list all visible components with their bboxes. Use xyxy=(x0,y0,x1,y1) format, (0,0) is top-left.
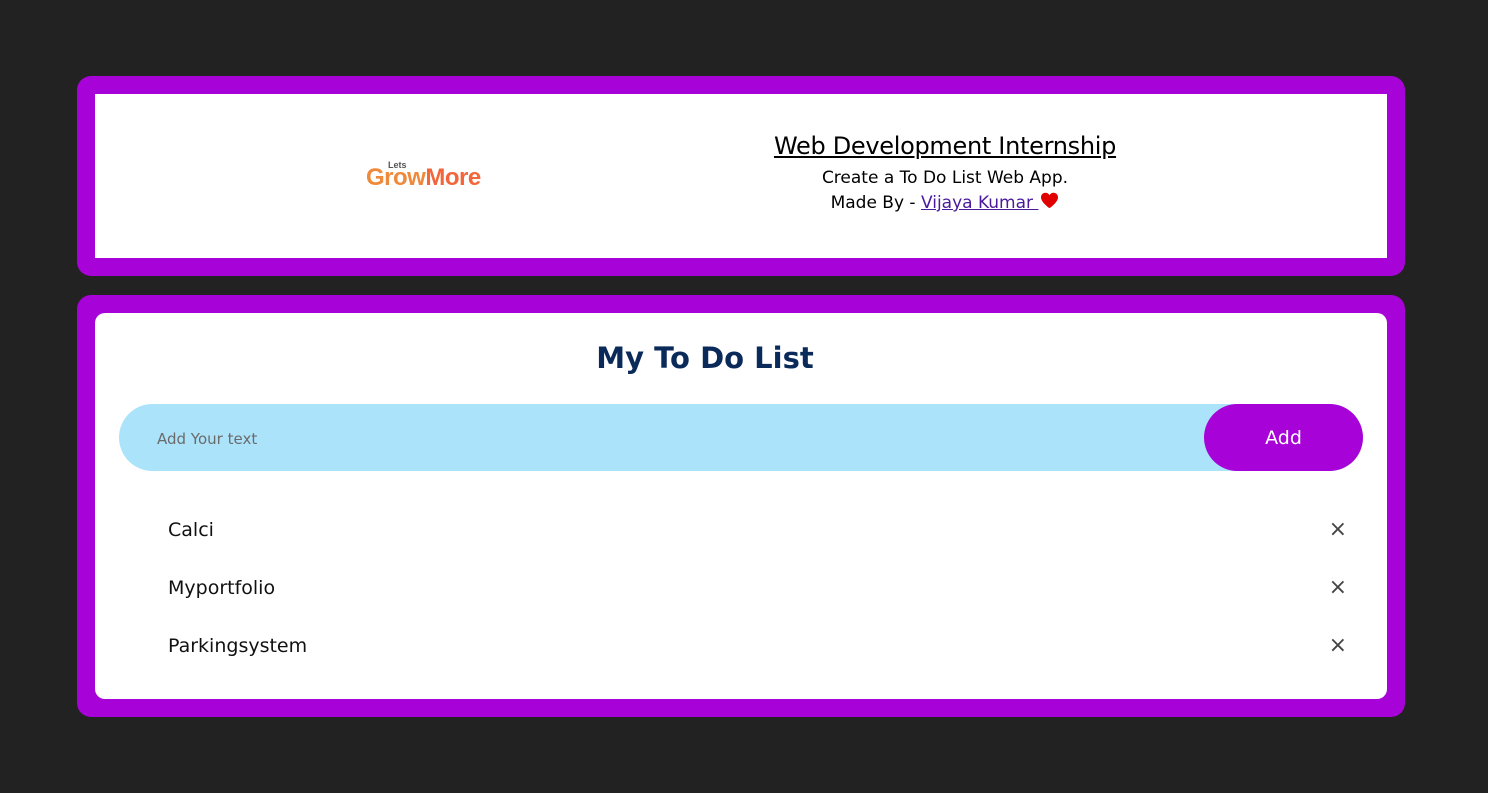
todo-card: My To Do List Add Calci × Myportfolio × … xyxy=(95,313,1387,699)
todo-title: My To Do List xyxy=(596,341,814,375)
remove-item-icon[interactable]: × xyxy=(1329,519,1347,541)
header-card: Lets GrowMore Web Development Internship… xyxy=(95,94,1387,258)
heart-icon xyxy=(1040,192,1059,214)
logo-grow-text: Grow xyxy=(366,164,426,191)
todo-input-row: Add xyxy=(119,404,1363,473)
remove-item-icon[interactable]: × xyxy=(1329,635,1347,657)
made-by-prefix: Made By - xyxy=(830,193,921,213)
logo-more-text: More xyxy=(425,164,481,191)
letsgrowmore-logo: Lets GrowMore xyxy=(366,160,506,192)
page-title: Web Development Internship xyxy=(773,132,1117,160)
todo-item[interactable]: Parkingsystem × xyxy=(119,617,1363,675)
todo-frame: My To Do List Add Calci × Myportfolio × … xyxy=(77,295,1405,717)
todo-item-text: Myportfolio xyxy=(168,577,276,599)
todo-input[interactable] xyxy=(155,404,1159,473)
logo-wordmark: GrowMore xyxy=(366,164,481,192)
todo-item[interactable]: Calci × xyxy=(119,501,1363,559)
made-by-line: Made By - Vijaya Kumar xyxy=(655,192,1235,214)
todo-list: Calci × Myportfolio × Parkingsystem × xyxy=(119,501,1363,675)
remove-item-icon[interactable]: × xyxy=(1329,577,1347,599)
page-subtitle: Create a To Do List Web App. xyxy=(821,168,1069,188)
todo-item-text: Parkingsystem xyxy=(168,635,308,657)
todo-item[interactable]: Myportfolio × xyxy=(119,559,1363,617)
header-text-block: Web Development Internship Create a To D… xyxy=(655,132,1235,214)
author-link[interactable]: Vijaya Kumar xyxy=(921,193,1038,213)
todo-item-text: Calci xyxy=(168,519,214,541)
add-button[interactable]: Add xyxy=(1204,404,1363,471)
header-frame: Lets GrowMore Web Development Internship… xyxy=(77,76,1405,276)
